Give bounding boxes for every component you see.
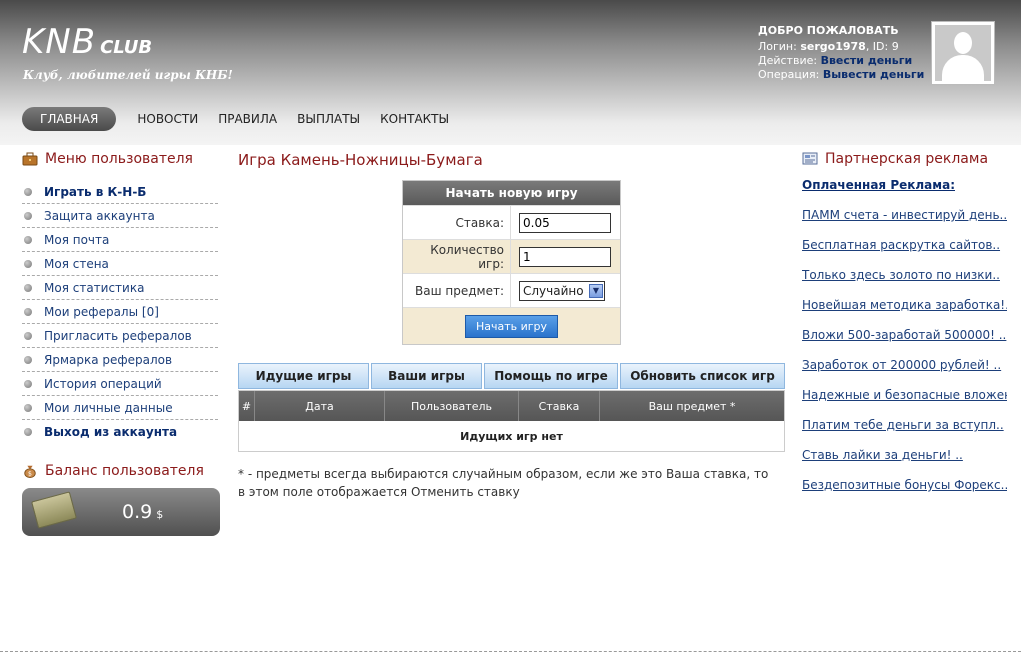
games-table-empty: Идущих игр нет [460, 429, 563, 443]
item-select[interactable]: Случайно ▼ [519, 280, 605, 301]
tab-my-games[interactable]: Ваши игры [371, 363, 482, 389]
nav-item-rules[interactable]: ПРАВИЛА [209, 108, 286, 130]
main-nav: ГЛАВНАЯ НОВОСТИ ПРАВИЛА ВЫПЛАТЫ КОНТАКТЫ [22, 107, 460, 131]
ad-link[interactable]: Бездепозитные бонусы Форекс.. [802, 478, 1007, 508]
bullet-icon [24, 331, 32, 340]
balance-title: $ Баланс пользователя [22, 462, 218, 480]
left-sidebar: Меню пользователя Играть в К-Н-Б Защита … [22, 150, 220, 536]
avatar-placeholder-icon [935, 25, 991, 81]
bullet-icon [24, 379, 32, 388]
balance-box: 0.9 $ [22, 488, 220, 536]
login-line: Логин: sergo1978, ID: 9 [758, 40, 899, 53]
money-bag-icon: $ [24, 465, 36, 478]
operation-line: Операция: Вывести деньги [758, 68, 925, 81]
avatar[interactable] [931, 21, 995, 85]
new-game-header: Начать новую игру [403, 181, 620, 205]
count-input[interactable] [519, 246, 611, 267]
chevron-down-icon: ▼ [589, 283, 603, 298]
col-date: Дата [255, 391, 385, 421]
ad-link[interactable]: Ставь лайки за деньги! .. [802, 448, 1007, 478]
briefcase-icon [22, 152, 38, 166]
col-number: # [239, 391, 255, 421]
item-row: Ваш предмет: Случайно ▼ [403, 273, 620, 307]
bullet-icon [24, 259, 32, 268]
ad-link[interactable]: Вложи 500-заработай 500000! .. [802, 328, 1007, 358]
bullet-icon [24, 283, 32, 292]
user-menu-title: Меню пользователя [22, 150, 218, 168]
ad-link[interactable]: Только здесь золото по низки.. [802, 268, 1007, 298]
col-stake: Ставка [519, 391, 600, 421]
bullet-icon [24, 403, 32, 412]
action-line: Действие: Ввести деньги [758, 54, 913, 67]
ad-list: ПАММ счета - инвестируй день.. Бесплатна… [802, 208, 1007, 508]
stake-row: Ставка: [403, 205, 620, 239]
welcome-panel: ДОБРО ПОЖАЛОВАТЬ Логин: sergo1978, ID: 9… [758, 24, 924, 82]
ad-link[interactable]: Надежные и безопасные вложен.. [802, 388, 1007, 418]
submit-row: Начать игру [403, 307, 620, 344]
nav-item-payouts[interactable]: ВЫПЛАТЫ [288, 108, 369, 130]
bullet-icon [24, 307, 32, 316]
menu-item-history[interactable]: История операций [22, 372, 218, 396]
tab-game-help[interactable]: Помощь по игре [484, 363, 618, 389]
login-value: sergo1978 [800, 40, 866, 53]
logo-sub-text: CLUB [100, 37, 153, 58]
user-menu: Играть в К-Н-Б Защита аккаунта Моя почта… [22, 180, 218, 444]
menu-item-security[interactable]: Защита аккаунта [22, 204, 218, 228]
menu-item-logout[interactable]: Выход из аккаунта [22, 420, 218, 444]
withdraw-link[interactable]: Вывести деньги [823, 68, 925, 81]
bullet-icon [24, 211, 32, 220]
ad-link[interactable]: ПАММ счета - инвестируй день.. [802, 208, 1007, 238]
menu-item-wall[interactable]: Моя стена [22, 252, 218, 276]
bullet-icon [24, 355, 32, 364]
footer-divider [0, 651, 1021, 652]
menu-item-stats[interactable]: Моя статистика [22, 276, 218, 300]
ad-link[interactable]: Новейшая методика заработка!.. [802, 298, 1007, 328]
nav-item-contacts[interactable]: КОНТАКТЫ [371, 108, 458, 130]
games-table-header: # Дата Пользователь Ставка Ваш предмет * [239, 391, 784, 421]
menu-item-play[interactable]: Играть в К-Н-Б [22, 180, 218, 204]
welcome-title: ДОБРО ПОЖАЛОВАТЬ [758, 24, 899, 37]
count-label: Количество игр: [403, 240, 511, 273]
logo-main-text: KNB [22, 22, 97, 62]
balance-value: 0.9 $ [122, 501, 164, 523]
footnote: * - предметы всегда выбираются случайным… [238, 467, 769, 499]
nav-item-news[interactable]: НОВОСТИ [128, 108, 207, 130]
stake-input[interactable] [519, 212, 611, 233]
page-title: Игра Камень-Ножницы-Бумага [238, 151, 483, 169]
count-row: Количество игр: [403, 239, 620, 273]
nav-item-home[interactable]: ГЛАВНАЯ [22, 107, 117, 131]
ads-board-icon [802, 152, 818, 165]
start-game-button[interactable]: Начать игру [464, 314, 559, 338]
site-logo[interactable]: KNB CLUB [22, 22, 152, 62]
svg-text:$: $ [28, 470, 32, 477]
menu-item-profile[interactable]: Мои личные данные [22, 396, 218, 420]
tab-active-games[interactable]: Идущие игры [238, 363, 369, 389]
site-tagline: Клуб, любителей игры КНБ! [23, 68, 233, 82]
paid-ads-link[interactable]: Оплаченная Реклама: [802, 178, 1007, 208]
partner-ads-title: Партнерская реклама [802, 150, 1007, 168]
menu-item-mail[interactable]: Моя почта [22, 228, 218, 252]
games-table: # Дата Пользователь Ставка Ваш предмет *… [238, 390, 785, 452]
ad-link[interactable]: Заработок от 200000 рублей! .. [802, 358, 1007, 388]
item-label: Ваш предмет: [403, 274, 511, 307]
stake-label: Ставка: [403, 206, 511, 239]
menu-item-referral-market[interactable]: Ярмарка рефералов [22, 348, 218, 372]
site-header: KNB CLUB Клуб, любителей игры КНБ! ДОБРО … [0, 0, 1021, 145]
games-tabs: Идущие игры Ваши игры Помощь по игре Обн… [238, 363, 785, 389]
bullet-icon [24, 428, 32, 436]
menu-item-referrals[interactable]: Мои рефералы [0] [22, 300, 218, 324]
bullet-icon [24, 187, 32, 196]
bullet-icon [24, 235, 32, 244]
right-sidebar: Партнерская реклама Оплаченная Реклама: … [802, 150, 1007, 508]
tab-refresh-games[interactable]: Обновить список игр [620, 363, 785, 389]
col-user: Пользователь [385, 391, 519, 421]
ad-link[interactable]: Платим тебе деньги за вступл.. [802, 418, 1007, 448]
ad-link[interactable]: Бесплатная раскрутка сайтов.. [802, 238, 1007, 268]
banknotes-icon [31, 491, 77, 529]
new-game-form: Начать новую игру Ставка: Количество игр… [402, 180, 621, 345]
col-your-item: Ваш предмет * [648, 399, 736, 413]
balance-currency: $ [156, 508, 164, 521]
menu-item-invite[interactable]: Пригласить рефералов [22, 324, 218, 348]
deposit-link[interactable]: Ввести деньги [821, 54, 913, 67]
